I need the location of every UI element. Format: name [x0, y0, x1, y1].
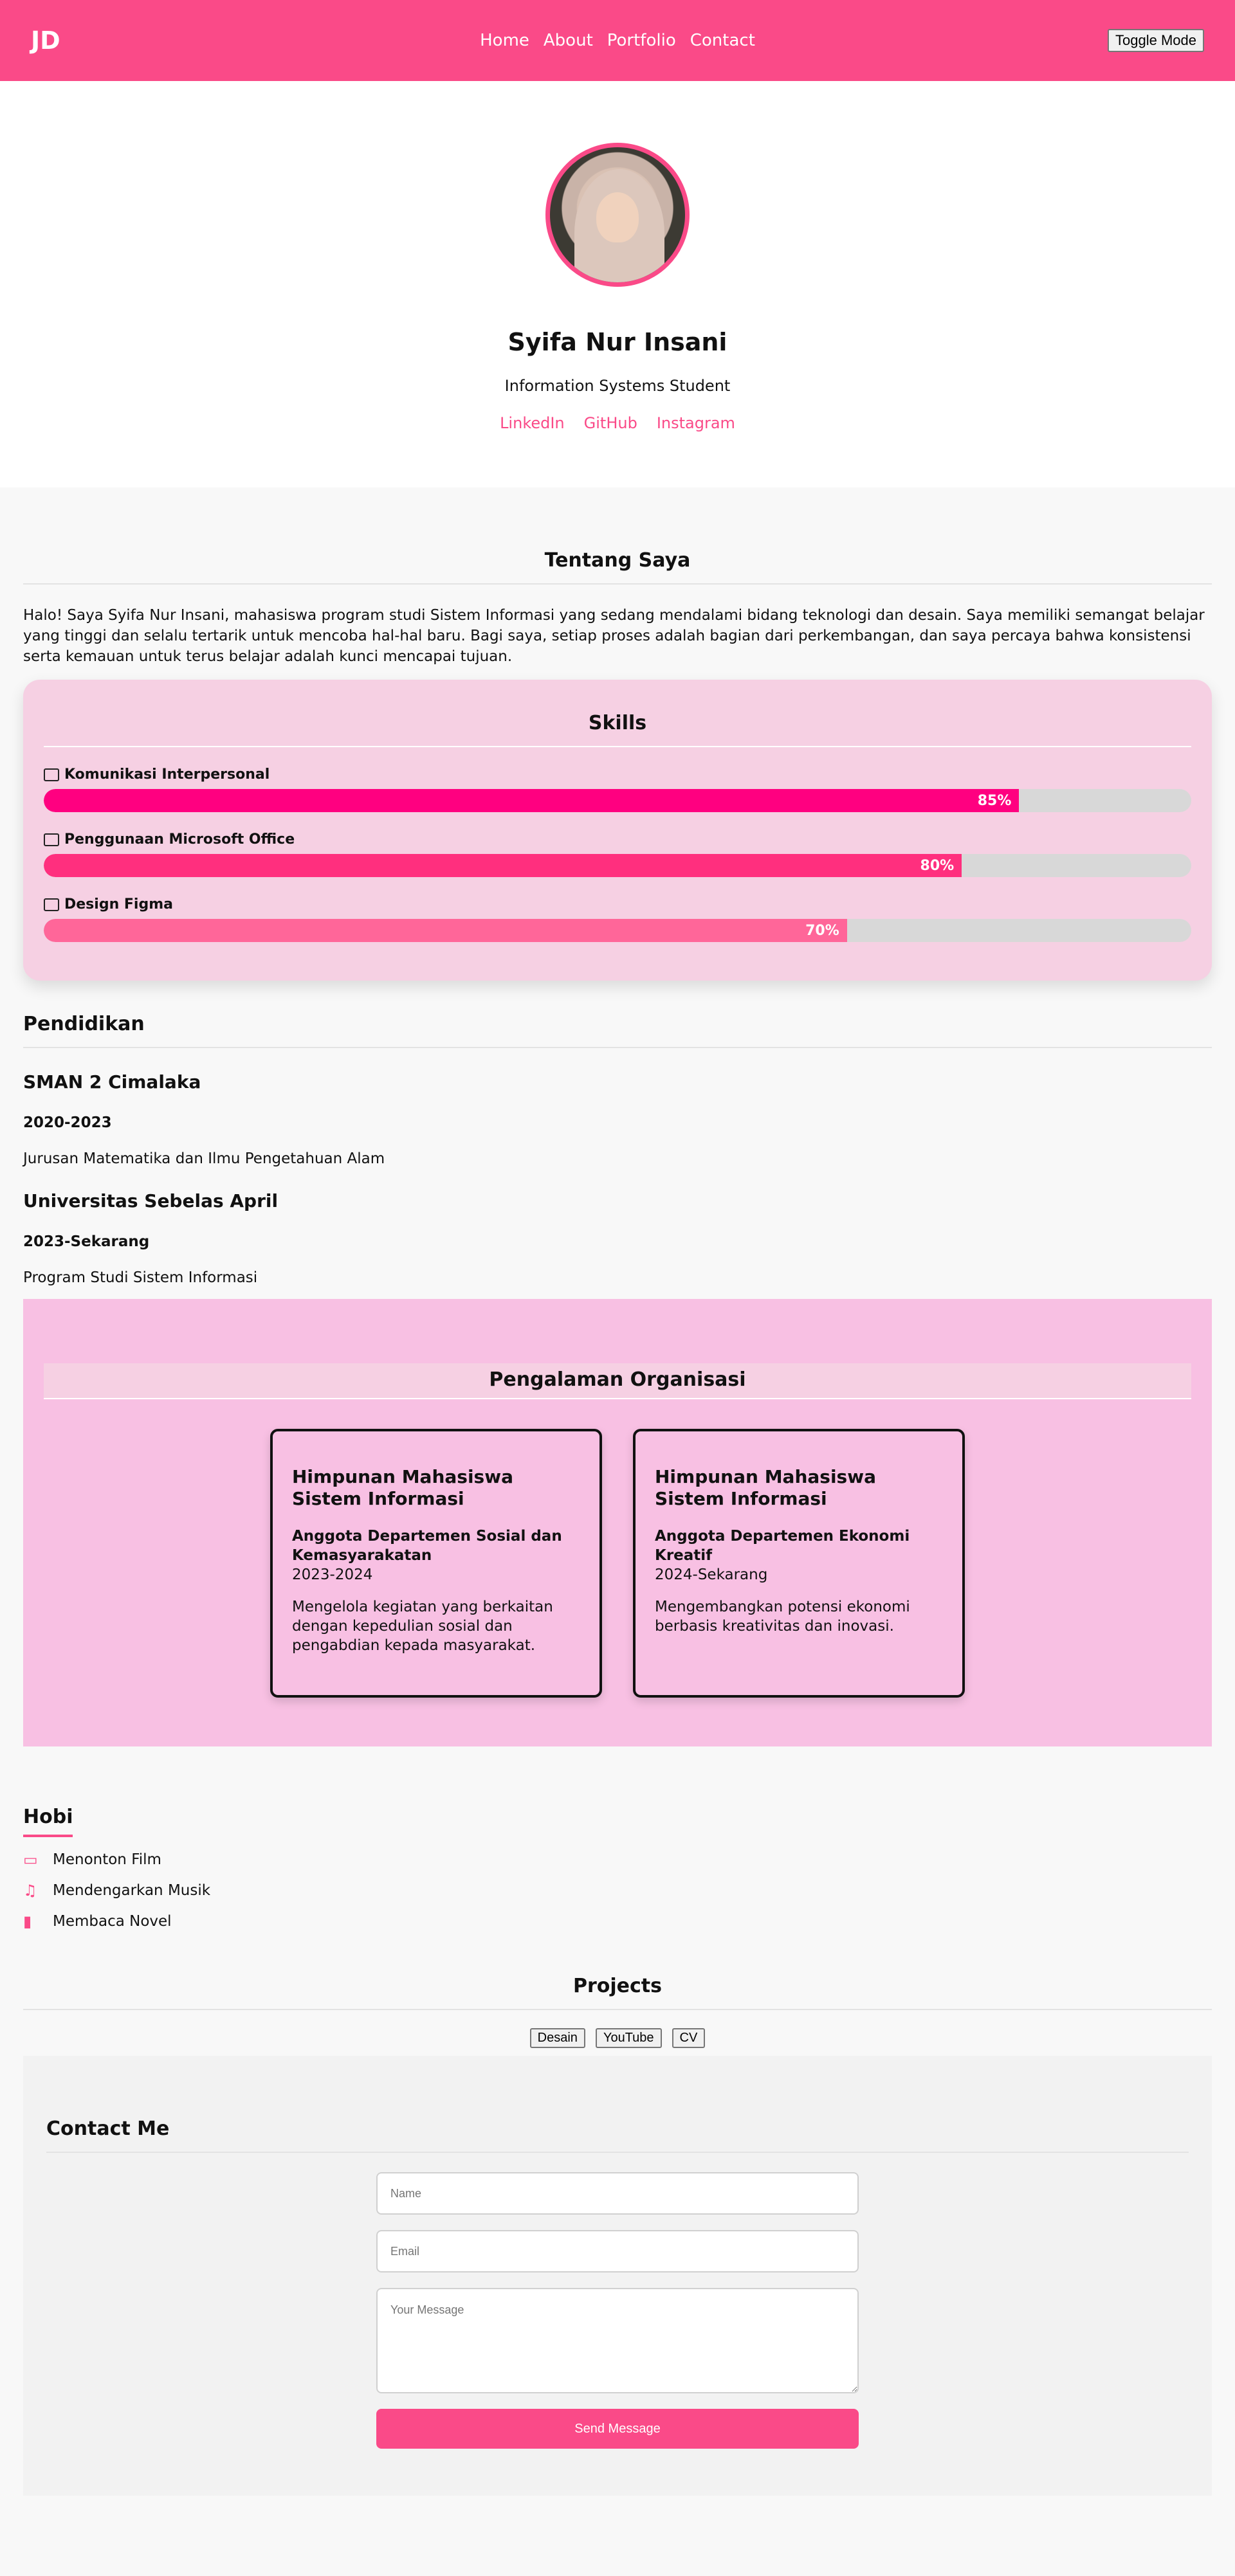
github-link[interactable]: GitHub: [584, 414, 637, 432]
edu-desc: Program Studi Sistem Informasi: [23, 1269, 258, 1286]
hobby-item: ▮ Membaca Novel: [23, 1913, 1212, 1930]
skill-progress-track: 80%: [44, 854, 1191, 877]
nav-about-link[interactable]: About: [544, 31, 593, 50]
education-title: Pendidikan: [23, 1013, 1212, 1048]
contact-form: Send Message: [376, 2172, 859, 2449]
hero-role: Information Systems Student: [504, 377, 731, 395]
skill-progress-track: 85%: [44, 789, 1191, 812]
project-cv-button[interactable]: CV: [672, 2028, 706, 2048]
hobby-label: Menonton Film: [53, 1851, 161, 1868]
skill-progress-fill: 70%: [44, 919, 847, 942]
skill-label: Komunikasi Interpersonal: [64, 766, 270, 783]
skill-label: Design Figma: [64, 896, 173, 912]
edu-years: 2023-Sekarang: [23, 1233, 150, 1250]
nav-home-link[interactable]: Home: [480, 31, 529, 50]
skill-percent: 80%: [920, 857, 955, 874]
social-links: LinkedIn GitHub Instagram: [500, 414, 735, 432]
org-desc: Mengelola kegiatan yang berkaitan dengan…: [292, 1599, 553, 1654]
org-name: Himpunan Mahasiswa Sistem Informasi: [292, 1466, 513, 1509]
projects-section: Projects Desain YouTube CV: [23, 1975, 1212, 2048]
skill-item: Penggunaan Microsoft Office 80%: [44, 831, 1191, 877]
skill-percent: 70%: [805, 922, 839, 939]
edu-school: SMAN 2 Cimalaka: [23, 1071, 201, 1093]
hobby-section: Hobi ▭ Menonton Film ♫ Mendengarkan Musi…: [0, 1746, 1235, 1930]
skills-title: Skills: [44, 712, 1191, 747]
education-section: Pendidikan SMAN 2 Cimalaka 2020-2023 Jur…: [23, 1013, 1212, 1286]
hobby-label: Mendengarkan Musik: [53, 1882, 211, 1899]
project-buttons: Desain YouTube CV: [23, 2028, 1212, 2048]
avatar-face-shape: [596, 192, 639, 242]
org-desc: Mengembangkan potensi ekonomi berbasis k…: [655, 1599, 910, 1635]
computer-icon: [44, 768, 59, 781]
organization-cards: Himpunan Mahasiswa Sistem Informasi Angg…: [44, 1429, 1191, 1698]
nav-portfolio-link[interactable]: Portfolio: [607, 31, 676, 50]
project-desain-button[interactable]: Desain: [529, 2028, 585, 2048]
about-title: Tentang Saya: [23, 549, 1212, 585]
lower-content: Projects Desain YouTube CV Contact Me Se…: [0, 1975, 1235, 2496]
hobby-item: ▭ Menonton Film: [23, 1851, 1212, 1868]
org-role: Anggota Departemen Ekonomi Kreatif: [655, 1528, 910, 1564]
instagram-link[interactable]: Instagram: [657, 414, 735, 432]
organization-section: Pengalaman Organisasi Himpunan Mahasiswa…: [23, 1299, 1212, 1746]
skill-progress-fill: 80%: [44, 854, 962, 877]
toggle-mode-button[interactable]: Toggle Mode: [1108, 29, 1204, 52]
org-name: Himpunan Mahasiswa Sistem Informasi: [655, 1466, 876, 1509]
hobby-item: ♫ Mendengarkan Musik: [23, 1882, 1212, 1899]
send-message-button[interactable]: Send Message: [376, 2409, 859, 2449]
name-input[interactable]: [376, 2172, 859, 2215]
skill-progress-track: 70%: [44, 919, 1191, 942]
music-icon: ♫: [23, 1882, 37, 1900]
nav-contact-link[interactable]: Contact: [690, 31, 755, 50]
edu-desc: Jurusan Matematika dan Ilmu Pengetahuan …: [23, 1150, 385, 1167]
message-textarea[interactable]: [376, 2288, 859, 2393]
hobby-label: Membaca Novel: [53, 1913, 172, 1930]
hero-section: Syifa Nur Insani Information Systems Stu…: [0, 81, 1235, 487]
org-period: 2024-Sekarang: [655, 1566, 768, 1583]
about-text: Halo! Saya Syifa Nur Insani, mahasiswa p…: [23, 607, 1205, 665]
hero-name: Syifa Nur Insani: [508, 328, 727, 356]
contact-title: Contact Me: [46, 2118, 1189, 2153]
about-section: Tentang Saya Halo! Saya Syifa Nur Insani…: [23, 487, 1212, 667]
skill-item: Komunikasi Interpersonal 85%: [44, 766, 1191, 812]
skills-card: Skills Komunikasi Interpersonal 85% Peng…: [23, 680, 1212, 981]
contact-section: Contact Me Send Message: [23, 2056, 1212, 2496]
organization-card: Himpunan Mahasiswa Sistem Informasi Angg…: [270, 1429, 602, 1698]
skill-label: Penggunaan Microsoft Office: [64, 831, 295, 848]
edu-years: 2020-2023: [23, 1114, 112, 1131]
hobby-title: Hobi: [23, 1806, 73, 1837]
main-nav: Home About Portfolio Contact: [0, 0, 1235, 81]
skill-progress-fill: 85%: [44, 789, 1020, 812]
org-period: 2023-2024: [292, 1566, 373, 1583]
email-input[interactable]: [376, 2230, 859, 2272]
site-header: JD Home About Portfolio Contact Toggle M…: [0, 0, 1235, 81]
project-youtube-button[interactable]: YouTube: [595, 2028, 662, 2048]
laptop-icon: ▭: [23, 1851, 38, 1869]
organization-card: Himpunan Mahasiswa Sistem Informasi Angg…: [633, 1429, 965, 1698]
projects-title: Projects: [23, 1975, 1212, 2010]
figma-icon: [44, 898, 59, 911]
main-content: Tentang Saya Halo! Saya Syifa Nur Insani…: [0, 487, 1235, 1746]
book-icon: ▮: [23, 1912, 32, 1930]
skill-percent: 85%: [977, 792, 1012, 809]
skill-item: Design Figma 70%: [44, 896, 1191, 942]
profile-avatar: [545, 143, 690, 287]
laptop-icon: [44, 833, 59, 846]
org-role: Anggota Departemen Sosial dan Kemasyarak…: [292, 1528, 562, 1564]
linkedin-link[interactable]: LinkedIn: [500, 414, 565, 432]
organization-title: Pengalaman Organisasi: [44, 1363, 1191, 1399]
edu-school: Universitas Sebelas April: [23, 1190, 279, 1211]
